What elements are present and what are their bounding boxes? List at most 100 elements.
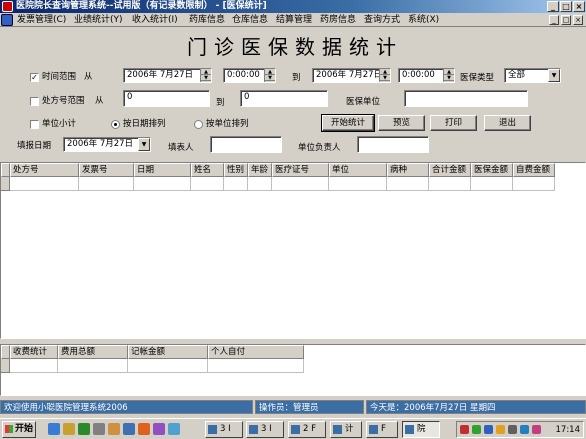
- to-date-field[interactable]: 2006年 7月27日 ▲ ▼: [312, 68, 391, 83]
- menu-pharmacy[interactable]: 药房信息: [320, 14, 356, 26]
- menu-performance[interactable]: 业绩统计(Y): [74, 14, 123, 26]
- summary-row-indicator-header: [1, 345, 10, 359]
- from-date-field[interactable]: 2006年 7月27日 ▲ ▼: [123, 68, 212, 83]
- sort-by-date-label: 按日期排列: [123, 119, 166, 129]
- col-charge-stats[interactable]: 收费统计: [10, 345, 58, 359]
- minimize-button[interactable]: _: [547, 1, 559, 12]
- tray-icon[interactable]: [460, 425, 469, 434]
- task-item[interactable]: 3 I: [246, 421, 284, 438]
- start-stats-button[interactable]: 开始统计: [321, 114, 375, 132]
- fill-date-label: 填报日期: [17, 141, 52, 151]
- col-insurance-amount[interactable]: 医保金额: [471, 163, 513, 177]
- window-icon[interactable]: [123, 423, 135, 435]
- summary-grid[interactable]: 收费统计 费用总额 记帐金额 个人自付: [0, 344, 586, 396]
- to-time-field[interactable]: 0:00:00 ▲ ▼: [398, 68, 455, 83]
- network-icon[interactable]: [520, 425, 529, 434]
- menu-income[interactable]: 收入统计(I): [132, 14, 178, 26]
- menu-pharmacy-store[interactable]: 药库信息: [189, 14, 225, 26]
- mdi-close-button[interactable]: ×: [573, 15, 583, 25]
- preview-button[interactable]: 预览: [378, 115, 425, 131]
- col-booked-amount[interactable]: 记帐金额: [128, 345, 208, 359]
- chat-icon[interactable]: [168, 423, 180, 435]
- col-self-pay-amount[interactable]: 自费金额: [513, 163, 555, 177]
- col-invoice-number[interactable]: 发票号: [79, 163, 134, 177]
- menu-warehouse[interactable]: 仓库信息: [232, 14, 268, 26]
- insurance-type-select[interactable]: 全部 ▼: [504, 68, 561, 83]
- filler-input[interactable]: [210, 136, 282, 153]
- start-button[interactable]: 开始: [2, 421, 36, 438]
- from-time-spinner[interactable]: ▲ ▼: [264, 69, 275, 82]
- from-time-value: 0:00:00: [227, 70, 260, 80]
- col-self-paid[interactable]: 个人自付: [208, 345, 304, 359]
- time-range-checkbox[interactable]: ✓: [30, 73, 39, 82]
- page-title: 门诊医保数据统计: [187, 35, 403, 59]
- col-unit[interactable]: 单位: [329, 163, 387, 177]
- col-name[interactable]: 姓名: [191, 163, 224, 177]
- fill-date-picker[interactable]: 2006年 7月27日 ▼: [63, 137, 151, 152]
- menu-query-mode[interactable]: 查询方式: [364, 14, 400, 26]
- volume-icon[interactable]: [508, 425, 517, 434]
- explorer-icon[interactable]: [63, 423, 75, 435]
- task-item[interactable]: F: [366, 421, 398, 438]
- exit-button[interactable]: 退出: [484, 115, 531, 131]
- unit-head-label: 单位负责人: [298, 143, 341, 153]
- from-time-field[interactable]: 0:00:00 ▲ ▼: [223, 68, 276, 83]
- folder-icon[interactable]: [108, 423, 120, 435]
- records-grid[interactable]: 处方号 发票号 日期 姓名 性别 年龄 医疗证号 单位 病种 合计金额 医保金额…: [0, 162, 586, 339]
- mdi-minimize-button[interactable]: _: [549, 15, 559, 25]
- table-row[interactable]: [1, 359, 304, 373]
- sort-by-date-radio[interactable]: [111, 120, 120, 129]
- col-date[interactable]: 日期: [134, 163, 191, 177]
- tray-icon[interactable]: [484, 425, 493, 434]
- col-medical-card[interactable]: 医疗证号: [272, 163, 329, 177]
- insurance-type-value: 全部: [508, 70, 526, 80]
- mdi-restore-button[interactable]: □: [561, 15, 571, 25]
- col-total-cost[interactable]: 费用总额: [58, 345, 128, 359]
- task-item[interactable]: 计: [330, 421, 362, 438]
- sort-by-unit-radio[interactable]: [194, 120, 203, 129]
- col-age[interactable]: 年龄: [248, 163, 272, 177]
- menu-invoice[interactable]: 发票管理(C): [17, 14, 66, 26]
- media-icon[interactable]: [78, 423, 90, 435]
- menu-settlement[interactable]: 结算管理: [276, 14, 312, 26]
- rx-range-checkbox[interactable]: [30, 97, 39, 106]
- col-total-amount[interactable]: 合计金额: [429, 163, 471, 177]
- clock[interactable]: 17:14: [556, 423, 581, 437]
- taskbar: 开始 3 I 3 I 2 F 计 F 院 17:14: [0, 418, 586, 439]
- fox-icon[interactable]: [138, 423, 150, 435]
- rx-to-input[interactable]: 0: [240, 90, 328, 107]
- from-date-spinner[interactable]: ▲ ▼: [200, 69, 211, 82]
- calendar-dropdown-icon[interactable]: ▼: [138, 138, 150, 151]
- system-tray: 17:14: [456, 421, 584, 438]
- task-item[interactable]: 2 F: [288, 421, 326, 438]
- col-disease[interactable]: 病种: [387, 163, 429, 177]
- col-gender[interactable]: 性别: [224, 163, 248, 177]
- rx-from-input[interactable]: 0: [123, 90, 210, 107]
- unit-head-input[interactable]: [357, 136, 429, 153]
- task-item[interactable]: 3 I: [205, 421, 243, 438]
- rx-from-label: 从: [95, 96, 104, 106]
- chevron-down-icon[interactable]: ▼: [548, 69, 560, 82]
- table-row[interactable]: [1, 177, 555, 191]
- to-time-spinner[interactable]: ▲ ▼: [443, 69, 454, 82]
- tray-icon[interactable]: [532, 425, 541, 434]
- settings-icon[interactable]: [93, 423, 105, 435]
- close-button[interactable]: ×: [573, 1, 585, 12]
- app-icon[interactable]: [153, 423, 165, 435]
- ie-icon[interactable]: [48, 423, 60, 435]
- system-menu-icon[interactable]: [1, 14, 13, 26]
- col-rx-number[interactable]: 处方号: [10, 163, 79, 177]
- tray-icon[interactable]: [496, 425, 505, 434]
- task-item-active[interactable]: 院: [402, 421, 440, 438]
- window-title: 医院院长查询管理系统--试用版（有记录数限制） - [医保统计]: [16, 1, 267, 11]
- maximize-button[interactable]: □: [560, 1, 572, 12]
- window-titlebar[interactable]: 医院院长查询管理系统--试用版（有记录数限制） - [医保统计] _ □ ×: [0, 0, 586, 13]
- menu-system[interactable]: 系统(X): [408, 14, 439, 26]
- insurance-unit-input[interactable]: [404, 90, 528, 107]
- print-button[interactable]: 打印: [430, 115, 477, 131]
- insurance-unit-label: 医保单位: [346, 97, 381, 107]
- to-date-spinner[interactable]: ▲ ▼: [379, 69, 390, 82]
- unit-subtotal-checkbox[interactable]: [30, 120, 39, 129]
- tray-icon[interactable]: [472, 425, 481, 434]
- operator-status: 操作员：管理员: [255, 400, 364, 414]
